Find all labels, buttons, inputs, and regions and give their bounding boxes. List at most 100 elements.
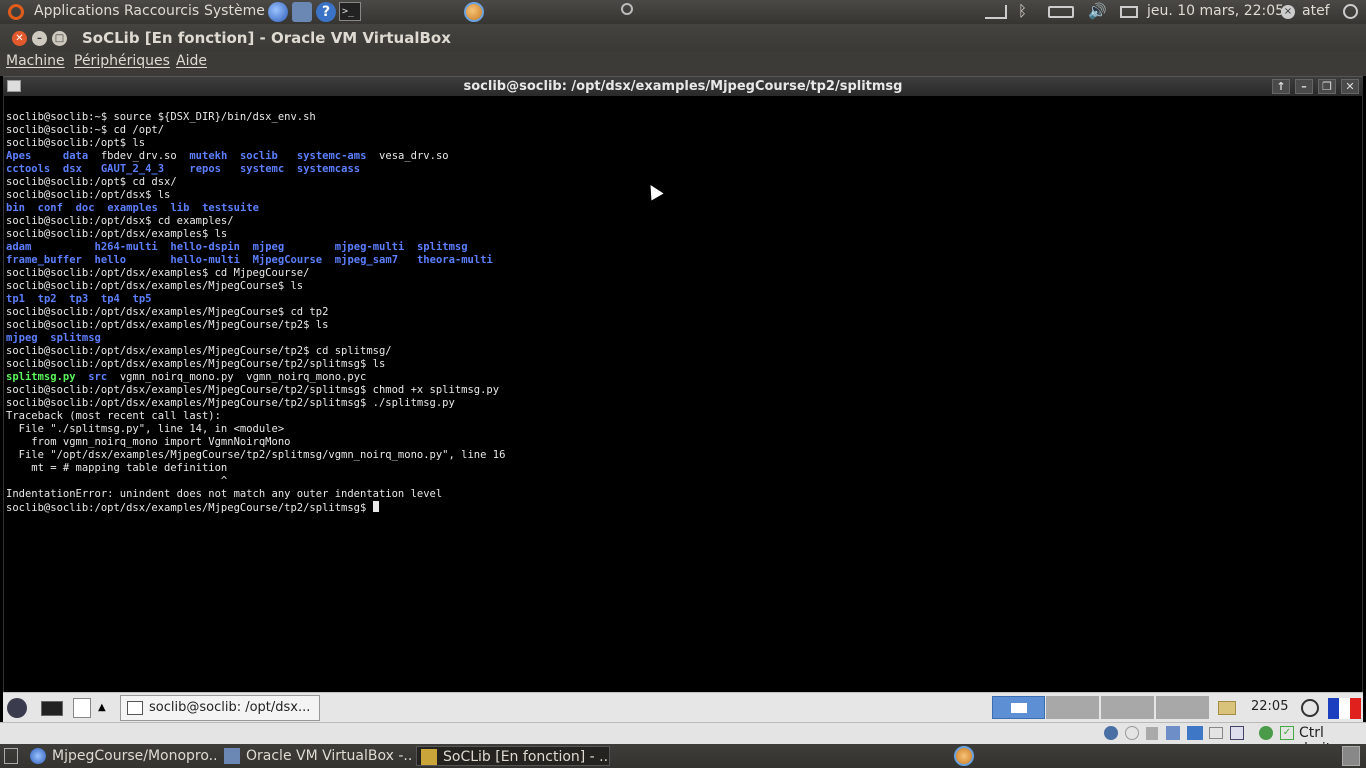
terminal-text: soclib@soclib:~$ cd /opt/ — [6, 124, 165, 136]
terminal-launcher-icon[interactable]: >_ — [339, 2, 361, 21]
firefox-icon[interactable] — [464, 2, 484, 22]
xfce-menu-icon[interactable] — [7, 698, 27, 718]
terminal-body[interactable]: soclib@soclib:~$ source ${DSX_DIR}/bin/d… — [3, 96, 1363, 692]
taskbar-item-browser[interactable]: MjpegCourse/Monopro... — [26, 746, 216, 766]
terminal-line: soclib@soclib:/opt/dsx/examples/MjpegCou… — [6, 306, 505, 319]
minimize-icon[interactable]: – — [1295, 79, 1313, 94]
floppy-icon[interactable] — [1146, 727, 1158, 740]
trash-icon[interactable] — [1342, 746, 1360, 766]
display-icon[interactable] — [1230, 726, 1244, 740]
terminal-line: mt = # mapping table definition — [6, 462, 505, 475]
host-taskbar: MjpegCourse/Monopro... Oracle VM Virtual… — [0, 744, 1366, 768]
terminal-text: vgmn_noirq_mono.py vgmn_noirq_mono.pyc — [107, 371, 367, 383]
maximize-icon[interactable]: ❐ — [1318, 79, 1336, 94]
menu-systeme[interactable]: Système — [204, 3, 265, 19]
workspace-4[interactable] — [1156, 696, 1209, 719]
taskbar-item-soclib[interactable]: SoCLib [En fonction] - ... — [416, 746, 610, 766]
menu-machine[interactable]: Machine — [6, 53, 65, 69]
terminal-text: soclib@soclib:/opt/dsx/examples$ ls — [6, 228, 228, 240]
user-name[interactable]: atef — [1302, 3, 1330, 19]
bluetooth-icon[interactable]: ᛒ — [1018, 2, 1027, 20]
menu-raccourcis[interactable]: Raccourcis — [124, 3, 199, 19]
clock[interactable]: jeu. 10 mars, 22:05 — [1147, 3, 1284, 19]
power-icon[interactable] — [1301, 699, 1319, 717]
guest-clock[interactable]: 22:05 — [1251, 699, 1288, 714]
taskbar-item-label: MjpegCourse/Monopro... — [52, 748, 216, 764]
workspace-3[interactable] — [1101, 696, 1154, 719]
cdrom-icon[interactable] — [1125, 726, 1139, 740]
harddisk-icon[interactable] — [1104, 726, 1118, 740]
arrow-up-icon[interactable]: ▲ — [98, 702, 106, 713]
french-flag-icon[interactable] — [1328, 698, 1361, 719]
editor-launcher-icon[interactable] — [73, 698, 91, 718]
help-icon[interactable]: ? — [316, 2, 336, 22]
audio-icon[interactable] — [1166, 726, 1180, 740]
window-menu-icon[interactable] — [7, 80, 21, 92]
virtualization-icon[interactable] — [1259, 726, 1273, 740]
close-icon[interactable]: ✕ — [1341, 79, 1359, 94]
search-icon[interactable] — [621, 3, 633, 15]
text-cursor — [372, 501, 379, 512]
terminal-text: soclib@soclib:/opt/dsx/examples/MjpegCou… — [6, 384, 500, 396]
terminal-line: File "./splitmsg.py", line 14, in <modul… — [6, 423, 505, 436]
directory-entry: lib — [170, 202, 190, 214]
directory-entry: adam — [6, 241, 32, 253]
close-icon[interactable]: ✕ — [12, 31, 27, 46]
directory-entry: conf — [37, 202, 63, 214]
directory-entry: systemcass — [296, 163, 361, 175]
terminal-line: soclib@soclib:/opt/dsx/examples/MjpegCou… — [6, 319, 505, 332]
network-signal-icon[interactable] — [985, 5, 1007, 19]
shared-folders-icon[interactable] — [1209, 727, 1223, 739]
firefox-icon[interactable] — [954, 746, 974, 766]
terminal-text: fbdev_drv.so — [88, 150, 190, 162]
terminal-line: soclib@soclib:/opt/dsx/examples/MjpegCou… — [6, 280, 505, 293]
terminal-text: mt = # mapping table definition — [6, 462, 228, 474]
terminal-line: soclib@soclib:/opt/dsx$ cd examples/ — [6, 215, 505, 228]
maximize-icon[interactable]: □ — [52, 31, 67, 46]
directory-entry: hello — [94, 254, 127, 266]
mail-icon[interactable] — [1120, 6, 1138, 18]
minimize-icon[interactable]: – — [32, 31, 47, 46]
terminal-line: ^ — [6, 475, 505, 488]
menu-peripheriques[interactable]: Périphériques — [74, 53, 170, 69]
terminal-line: soclib@soclib:/opt/dsx$ ls — [6, 189, 505, 202]
terminal-line: soclib@soclib:/opt/dsx/examples/MjpegCou… — [6, 397, 505, 410]
mouse-integration-icon[interactable]: ✓ — [1280, 726, 1294, 740]
network-icon[interactable] — [1187, 726, 1203, 740]
volume-icon[interactable]: 🔊 — [1088, 2, 1107, 20]
menu-aide[interactable]: Aide — [176, 53, 207, 69]
terminal-line: tp1 tp2 tp3 tp4 tp5 — [6, 293, 505, 306]
taskbar-item-vbox-manager[interactable]: Oracle VM VirtualBox -... — [220, 746, 412, 766]
shade-icon[interactable]: ↑ — [1272, 79, 1290, 94]
terminal-line: soclib@soclib:/opt/dsx/examples/MjpegCou… — [6, 384, 505, 397]
terminal-text: soclib@soclib:/opt/dsx/examples$ cd Mjpe… — [6, 267, 310, 279]
chromium-launcher-icon[interactable] — [268, 2, 288, 22]
power-icon[interactable] — [1343, 4, 1358, 19]
virtualbox-launcher-icon[interactable] — [292, 2, 312, 22]
workspace-2[interactable] — [1046, 696, 1099, 719]
folder-icon[interactable] — [1218, 701, 1236, 715]
terminal-line: bin conf doc examples lib testsuite — [6, 202, 505, 215]
host-top-panel: Applications Raccourcis Système ? >_ ᛒ 🔊… — [0, 0, 1366, 24]
taskbar-item-label: SoCLib [En fonction] - ... — [443, 749, 610, 765]
taskbar-terminal-button[interactable]: soclib@soclib: /opt/dsx... — [120, 695, 320, 721]
terminal-text: soclib@soclib:/opt/dsx$ cd examples/ — [6, 215, 234, 227]
battery-icon[interactable] — [1048, 6, 1074, 18]
directory-entry: tp4 — [100, 293, 120, 305]
terminal-text: soclib@soclib:/opt$ cd dsx/ — [6, 176, 177, 188]
show-desktop-icon[interactable] — [41, 701, 63, 716]
terminal-text: soclib@soclib:/opt/dsx/examples/MjpegCou… — [6, 306, 329, 318]
directory-entry: doc — [75, 202, 95, 214]
terminal-line: Apes data fbdev_drv.so mutekh soclib sys… — [6, 150, 505, 163]
workspace-1[interactable] — [992, 696, 1045, 719]
directory-entry: tp1 — [6, 293, 25, 305]
menu-applications[interactable]: Applications — [34, 3, 120, 19]
show-desktop-icon[interactable] — [4, 748, 18, 764]
